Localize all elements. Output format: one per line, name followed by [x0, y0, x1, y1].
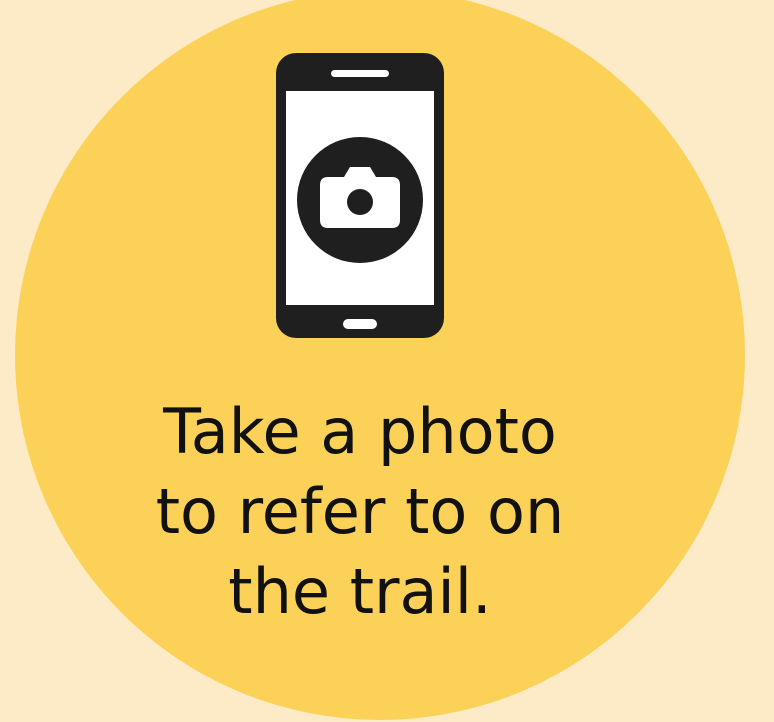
smartphone-icon — [276, 53, 444, 338]
caption-text: Take a photo to refer to on the trail. — [100, 392, 620, 632]
home-button — [343, 319, 377, 329]
camera-icon — [297, 137, 423, 263]
speaker-slot — [331, 70, 389, 77]
caption-line-2: to refer to on — [155, 475, 565, 548]
caption-line-3: the trail. — [228, 555, 492, 628]
caption-line-1: Take a photo — [163, 395, 557, 468]
